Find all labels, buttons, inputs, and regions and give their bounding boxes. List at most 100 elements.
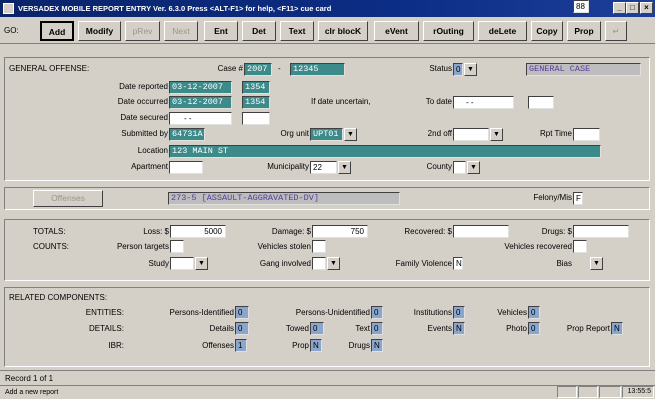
date-secured-label: Date secured [120,113,168,122]
go-label: GO: [4,26,19,35]
status-field[interactable]: 0 [453,63,463,76]
org-unit-label: Org unit [280,129,309,138]
to-time-field[interactable] [528,96,554,109]
copy-button[interactable]: Copy [531,21,563,41]
persons-identified-field[interactable]: 0 [235,306,249,319]
ibr-offenses-field[interactable]: 1 [235,339,247,352]
bias-field[interactable]: 88 [573,0,589,13]
prop-report-label: Prop Report [566,324,610,333]
photo-field[interactable]: 0 [528,322,540,335]
org-unit-field[interactable]: UPT01 [310,128,343,141]
recovered-label: Recovered: $ [404,227,452,236]
footer-divider [0,370,655,371]
org-unit-dropdown-icon[interactable]: ▼ [344,128,357,141]
app-icon [3,3,14,14]
vehicles-stolen-label: Vehicles stolen [257,242,311,251]
status-dropdown-icon[interactable]: ▼ [464,63,477,76]
vehicles-field[interactable]: 0 [528,306,540,319]
person-targets-field[interactable] [170,240,184,253]
towed-label: Towed [285,324,309,333]
exit-arrow-icon[interactable]: ↵ [605,21,627,41]
events-field[interactable]: N [453,322,465,335]
event-button[interactable]: eVent [374,21,419,41]
general-offense-label: GENERAL OFFENSE: [9,64,90,73]
det-button[interactable]: Det [242,21,276,41]
loss-field[interactable]: 5000 [170,225,226,238]
municipality-field[interactable]: 22 [310,161,337,174]
routing-button[interactable]: rOuting [423,21,474,41]
date-occurred-field[interactable]: 03-12-2007 [169,96,232,109]
county-label: County [426,162,452,171]
next-button[interactable]: Next [164,21,198,41]
case-year-field[interactable]: 2007 [244,63,272,76]
drugs-amount-label: Drugs: $ [541,227,572,236]
second-officer-dropdown-icon[interactable]: ▼ [490,128,503,141]
date-reported-field[interactable]: 03-12-2007 [169,81,232,94]
persons-unidentified-field[interactable]: 0 [371,306,383,319]
loss-label: Loss: $ [143,227,169,236]
details-section-label: DETAILS: [89,324,124,333]
related-components-label: RELATED COMPONENTS: [9,293,108,302]
study-field[interactable] [170,257,194,270]
vehicles-recovered-label: Vehicles recovered [504,242,572,251]
submitted-by-field[interactable]: 64731A [169,128,205,141]
record-counter: Record 1 of 1 [5,374,54,383]
submitted-by-label: Submitted by [121,129,168,138]
family-violence-label: Family Violence [395,259,452,268]
add-button[interactable]: Add [40,21,74,41]
date-reported-label: Date reported [119,82,168,91]
municipality-dropdown-icon[interactable]: ▼ [338,161,351,174]
text-button[interactable]: Text [280,21,314,41]
delete-button[interactable]: deLete [478,21,527,41]
to-date-field[interactable]: - - [453,96,514,109]
county-field[interactable] [453,161,466,174]
felony-mis-field[interactable]: F [573,192,583,205]
location-field[interactable]: 123 MAIN ST [169,145,601,158]
towed-field[interactable]: 0 [310,322,324,335]
modify-button[interactable]: Modify [78,21,121,41]
status-message: Add a new report [5,389,59,396]
ibr-drugs-field[interactable]: N [371,339,383,352]
prop-button[interactable]: Prop [567,21,601,41]
time-reported-field[interactable]: 1354 [242,81,270,94]
bias-label: Bias [556,259,572,268]
second-officer-field[interactable] [453,128,489,141]
details-field[interactable]: 0 [235,322,249,335]
status-pane-1 [557,386,577,398]
ent-button[interactable]: Ent [204,21,238,41]
county-dropdown-icon[interactable]: ▼ [467,161,480,174]
status-pane-3 [599,386,621,398]
location-label: Location [137,146,168,155]
institutions-field[interactable]: 0 [453,306,465,319]
text-field[interactable]: 0 [371,322,383,335]
vehicles-stolen-field[interactable] [312,240,326,253]
vehicles-recovered-field[interactable] [573,240,587,253]
study-dropdown-icon[interactable]: ▼ [195,257,208,270]
text-label: Text [355,324,370,333]
gang-involved-dropdown-icon[interactable]: ▼ [327,257,340,270]
entities-label: ENTITIES: [85,308,124,317]
previous-button[interactable]: pRev [125,21,160,41]
report-time-label: Rpt Time [539,129,572,138]
municipality-label: Municipality [267,162,309,171]
damage-field[interactable]: 750 [312,225,368,238]
family-violence-field[interactable]: N [453,257,463,270]
offenses-button[interactable]: Offenses [33,190,103,207]
ibr-prop-field[interactable]: N [310,339,322,352]
prop-report-field[interactable]: N [611,322,623,335]
clear-block-button[interactable]: clr blocK [318,21,368,41]
bias-dropdown-icon[interactable]: ▼ [590,257,603,270]
case-number-field[interactable]: 12345 [290,63,345,76]
minimize-button[interactable]: _ [613,2,626,14]
recovered-field[interactable] [453,225,509,238]
gang-involved-field[interactable] [312,257,326,270]
report-time-field[interactable] [573,128,600,141]
date-secured-field[interactable]: - - [169,112,232,125]
person-targets-label: Person targets [116,242,169,251]
maximize-button[interactable]: □ [626,2,639,14]
drugs-amount-field[interactable] [573,225,629,238]
apartment-field[interactable] [169,161,203,174]
time-secured-field[interactable] [242,112,270,125]
close-button[interactable]: × [640,2,653,14]
time-occurred-field[interactable]: 1354 [242,96,270,109]
